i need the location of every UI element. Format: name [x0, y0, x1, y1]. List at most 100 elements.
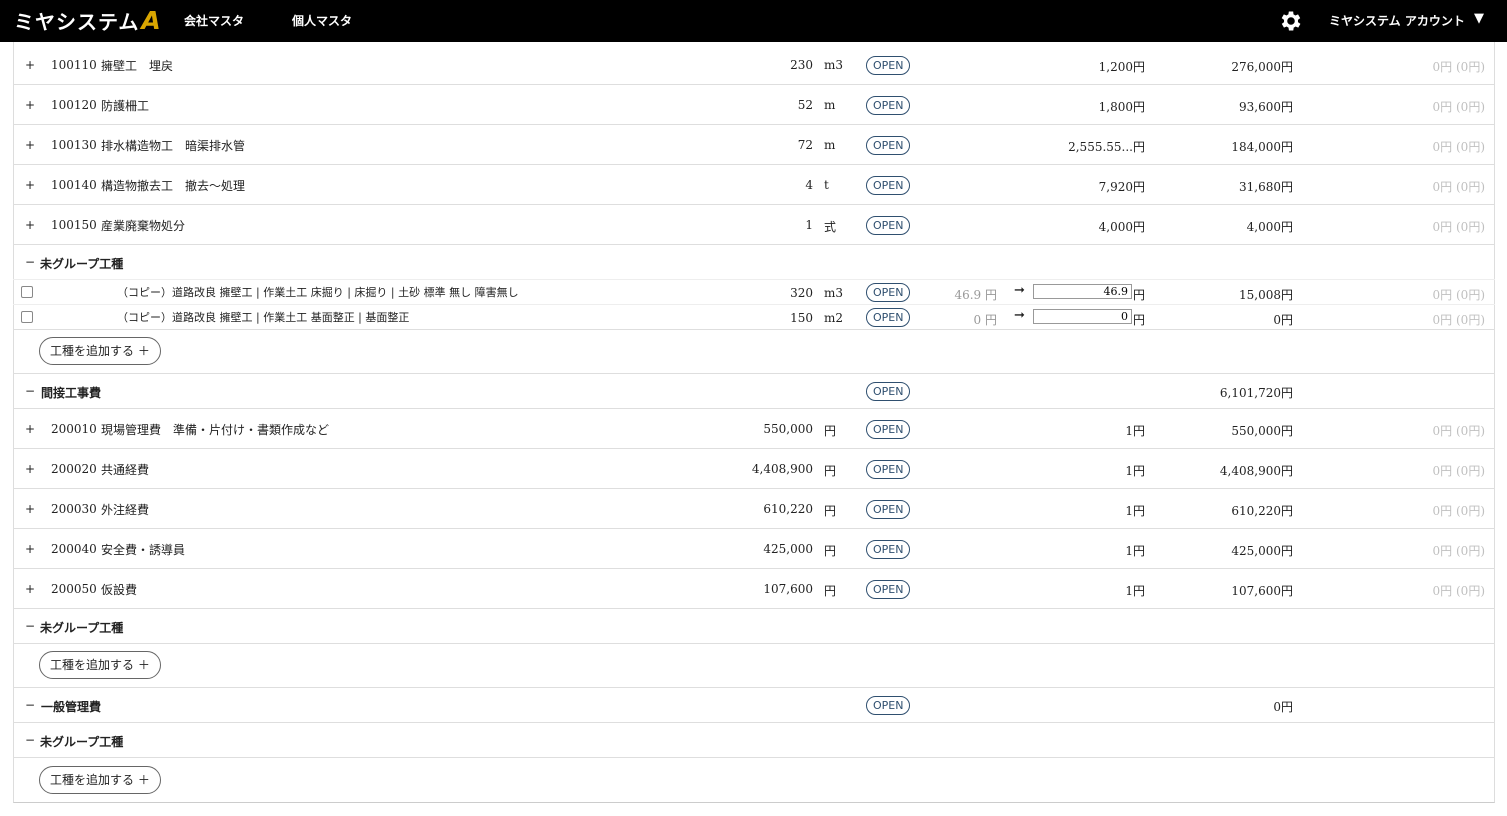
collapse-icon[interactable]: − — [25, 384, 35, 398]
item-price: 1,800円 — [1098, 100, 1145, 114]
group-title: 未グループ工種 — [40, 257, 124, 271]
item-sub: 0円 (0円) — [1432, 464, 1485, 478]
table-row: + 100150 産業廃棄物処分 1 式 OPEN 4,000円 4,000円 … — [13, 205, 1495, 245]
item-qty: 52 — [797, 98, 813, 112]
item-name: 産業廃棄物処分 — [101, 219, 186, 233]
item-qty: 4 — [805, 178, 813, 192]
expand-icon[interactable]: + — [25, 218, 35, 232]
status-badge[interactable]: OPEN — [866, 500, 911, 519]
item-name: 防護柵工 — [101, 99, 150, 113]
expand-icon[interactable]: + — [25, 98, 35, 112]
group-total: 0円 — [1273, 700, 1293, 714]
expand-icon[interactable]: + — [25, 422, 35, 436]
status-badge[interactable]: OPEN — [866, 382, 911, 401]
unit-price-input[interactable] — [1033, 309, 1132, 324]
item-total: 610,220円 — [1231, 504, 1293, 518]
status-badge[interactable]: OPEN — [866, 176, 911, 195]
item-sub: 0円 (0円) — [1432, 60, 1485, 74]
item-qty: 107,600 — [763, 582, 813, 596]
item-price: 1円 — [1125, 464, 1145, 478]
expand-icon[interactable]: + — [25, 138, 35, 152]
item-code: 100110 — [51, 58, 97, 72]
status-badge[interactable]: OPEN — [866, 56, 911, 75]
item-sub: 0円 (0円) — [1432, 140, 1485, 154]
group-header-ungrouped: − 未グループ工種 — [13, 609, 1495, 644]
expand-icon[interactable]: + — [25, 502, 35, 516]
table-row: + 100120 防護柵工 52 m OPEN 1,800円 93,600円 0… — [13, 85, 1495, 125]
item-price: 1円 — [1125, 504, 1145, 518]
status-badge[interactable]: OPEN — [866, 696, 911, 715]
item-unit: m — [824, 98, 836, 112]
table-row: + 100110 擁壁工 埋戻 230 m3 OPEN 1,200円 276,0… — [13, 45, 1495, 85]
item-total: 15,008円 — [1239, 288, 1293, 302]
item-total: 31,680円 — [1239, 180, 1293, 194]
table-row: + 200010 現場管理費 準備・片付け・書類作成など 550,000 円 O… — [13, 409, 1495, 449]
collapse-icon[interactable]: − — [25, 733, 35, 747]
item-unit: t — [824, 178, 829, 192]
item-code: 100150 — [51, 218, 97, 232]
item-code: 200030 — [51, 502, 97, 516]
item-sub: 0円 (0円) — [1432, 100, 1485, 114]
table-row: + 200040 安全費・誘導員 425,000 円 OPEN 1円 425,0… — [13, 529, 1495, 569]
status-badge[interactable]: OPEN — [866, 580, 911, 599]
item-sub: 0円 (0円) — [1432, 313, 1485, 327]
item-code: 100120 — [51, 98, 97, 112]
account-menu[interactable]: ミヤシステム アカウント — [1329, 12, 1465, 29]
expand-icon[interactable]: + — [25, 462, 35, 476]
table-row: + 100140 構造物撤去工 撤去〜処理 4 t OPEN 7,920円 31… — [13, 165, 1495, 205]
status-badge[interactable]: OPEN — [866, 540, 911, 559]
app-logo[interactable]: ミヤシステムA — [14, 6, 162, 35]
item-name: 安全費・誘導員 — [101, 543, 186, 557]
collapse-icon[interactable]: − — [25, 698, 35, 712]
item-unit: 円 — [824, 504, 837, 518]
status-badge[interactable]: OPEN — [866, 136, 911, 155]
item-unit: 式 — [824, 220, 837, 234]
gear-icon[interactable] — [1278, 8, 1304, 34]
status-badge[interactable]: OPEN — [866, 216, 911, 235]
status-badge[interactable]: OPEN — [866, 283, 911, 302]
unit-price-input[interactable] — [1033, 284, 1132, 299]
item-qty: 610,220 — [763, 502, 813, 516]
chevron-down-icon[interactable]: ▼ — [1474, 11, 1484, 26]
table-row: + 200050 仮設費 107,600 円 OPEN 1円 107,600円 … — [13, 569, 1495, 609]
add-row: 工種を追加する ＋ — [13, 330, 1495, 374]
item-name: 現場管理費 準備・片付け・書類作成など — [101, 423, 330, 437]
yen-label: 円 — [1133, 313, 1146, 327]
row-checkbox[interactable] — [21, 311, 33, 323]
add-work-button[interactable]: 工種を追加する ＋ — [39, 651, 161, 679]
item-qty: 425,000 — [763, 542, 813, 556]
expand-icon[interactable]: + — [25, 582, 35, 596]
status-badge[interactable]: OPEN — [866, 308, 911, 327]
copy-row: （コピー）道路改良 擁壁工 | 作業土工 基面整正 | 基面整正 150 m2 … — [13, 305, 1495, 330]
status-badge[interactable]: OPEN — [866, 96, 911, 115]
row-checkbox[interactable] — [21, 286, 33, 298]
status-badge[interactable]: OPEN — [866, 420, 911, 439]
item-sub: 0円 (0円) — [1432, 544, 1485, 558]
status-badge[interactable]: OPEN — [866, 460, 911, 479]
collapse-icon[interactable]: − — [25, 619, 35, 633]
nav-personal-master[interactable]: 個人マスタ — [292, 12, 352, 29]
item-qty: 4,408,900 — [751, 462, 813, 476]
item-total: 0円 — [1273, 313, 1293, 327]
item-unit: m3 — [824, 58, 844, 72]
add-work-button[interactable]: 工種を追加する ＋ — [39, 337, 161, 365]
expand-icon[interactable]: + — [25, 58, 35, 72]
nav-company-master[interactable]: 会社マスタ — [184, 12, 244, 29]
arrow-right-icon: ➞ — [1014, 283, 1025, 298]
yen-label: 円 — [1133, 288, 1146, 302]
item-unit: 円 — [824, 584, 837, 598]
expand-icon[interactable]: + — [25, 178, 35, 192]
item-unit: m2 — [824, 311, 844, 325]
item-price: 2,555.55...円 — [1068, 140, 1145, 154]
old-price: 0 円 — [973, 313, 997, 327]
item-code: 200050 — [51, 582, 97, 596]
group-header-indirect: − 間接工事費 OPEN 6,101,720円 — [13, 374, 1495, 409]
add-work-button[interactable]: 工種を追加する ＋ — [39, 766, 161, 794]
item-total: 276,000円 — [1231, 60, 1293, 74]
item-total: 93,600円 — [1239, 100, 1293, 114]
item-total: 184,000円 — [1231, 140, 1293, 154]
collapse-icon[interactable]: − — [25, 255, 35, 269]
item-price: 1円 — [1125, 424, 1145, 438]
expand-icon[interactable]: + — [25, 542, 35, 556]
item-total: 4,408,900円 — [1219, 464, 1293, 478]
